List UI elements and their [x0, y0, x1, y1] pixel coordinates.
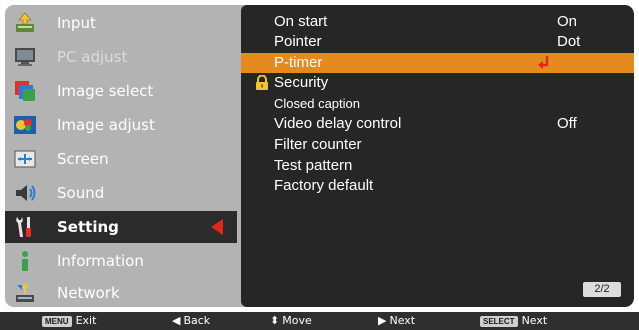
option-label: Pointer	[274, 33, 322, 50]
exit-hint[interactable]: MENU Exit	[42, 312, 96, 330]
page-indicator: 2/2	[583, 282, 621, 297]
image-select-icon	[13, 79, 37, 103]
menu-label: Setting	[57, 218, 119, 236]
menu-item-image-select[interactable]: Image select	[5, 75, 237, 107]
option-value: On	[557, 13, 578, 30]
menu-label: Screen	[57, 150, 109, 168]
option-p-timer[interactable]: P-timer	[241, 53, 634, 73]
menu-button-icon: MENU	[42, 315, 72, 327]
option-security[interactable]: Security	[241, 73, 634, 93]
menu-item-setting[interactable]: Setting	[5, 211, 237, 243]
left-arrow-icon: ◀	[172, 314, 181, 327]
option-label: Test pattern	[274, 157, 353, 174]
back-hint[interactable]: ◀ Back	[172, 312, 210, 330]
up-down-arrow-icon: ⬍	[270, 314, 280, 327]
right-arrow-icon: ▶	[378, 314, 387, 327]
option-label: On start	[274, 13, 328, 30]
information-icon	[13, 249, 37, 273]
input-icon	[13, 11, 37, 35]
select-button-icon: SELECT	[480, 315, 518, 327]
pc-adjust-icon	[13, 45, 37, 69]
menu-item-pc-adjust[interactable]: PC adjust	[5, 41, 237, 73]
select-hint[interactable]: SELECT Next	[480, 312, 547, 330]
selection-arrow-icon	[211, 219, 223, 235]
option-filter-counter[interactable]: Filter counter	[241, 135, 634, 155]
image-adjust-icon	[13, 113, 37, 137]
menu-label: Sound	[57, 184, 105, 202]
option-value: Off	[557, 115, 577, 132]
control-hint-bar: MENU Exit ◀ Back ⬍ Move ▶ Next SELECT Next	[0, 312, 639, 330]
main-menu: Input PC adjust Image select Image adjus…	[5, 5, 237, 307]
menu-item-image-adjust[interactable]: Image adjust	[5, 109, 237, 141]
option-pointer[interactable]: Pointer Dot	[241, 32, 634, 52]
setting-submenu-panel: On start On Pointer Dot P-timer Security…	[241, 5, 634, 307]
option-closed-caption[interactable]: Closed caption	[241, 94, 634, 114]
move-label: Move	[282, 314, 312, 327]
back-label: Back	[183, 314, 211, 327]
select-label: Next	[521, 314, 548, 327]
menu-item-information[interactable]: Information	[5, 245, 237, 277]
option-label: Filter counter	[274, 136, 362, 153]
enter-arrow-icon	[538, 55, 550, 70]
option-video-delay-control[interactable]: Video delay control Off	[241, 114, 634, 134]
menu-label: Image adjust	[57, 116, 155, 134]
option-label: Closed caption	[274, 96, 360, 111]
setting-icon	[13, 215, 37, 239]
next-label: Next	[389, 314, 416, 327]
menu-item-sound[interactable]: Sound	[5, 177, 237, 209]
menu-label: Network	[57, 284, 120, 302]
menu-label: Input	[57, 14, 96, 32]
option-test-pattern[interactable]: Test pattern	[241, 156, 634, 176]
menu-label: PC adjust	[57, 48, 128, 66]
option-label: Security	[274, 74, 329, 91]
lock-icon	[255, 74, 269, 90]
move-hint[interactable]: ⬍ Move	[270, 312, 312, 330]
option-value: Dot	[557, 33, 581, 50]
osd-menu: Input PC adjust Image select Image adjus…	[5, 5, 634, 307]
option-label: Video delay control	[274, 115, 402, 132]
exit-label: Exit	[75, 314, 97, 327]
projector-osd-screen: Input PC adjust Image select Image adjus…	[0, 0, 639, 330]
menu-item-network[interactable]: Network	[5, 277, 237, 307]
next-hint[interactable]: ▶ Next	[378, 312, 415, 330]
option-on-start[interactable]: On start On	[241, 12, 634, 32]
option-factory-default[interactable]: Factory default	[241, 176, 634, 196]
option-label: P-timer	[274, 54, 323, 71]
option-label: Factory default	[274, 177, 374, 194]
menu-label: Image select	[57, 82, 154, 100]
sound-icon	[13, 181, 37, 205]
menu-item-screen[interactable]: Screen	[5, 143, 237, 175]
screen-icon	[13, 147, 37, 171]
menu-item-input[interactable]: Input	[5, 7, 237, 39]
network-icon	[13, 281, 37, 305]
menu-label: Information	[57, 252, 144, 270]
